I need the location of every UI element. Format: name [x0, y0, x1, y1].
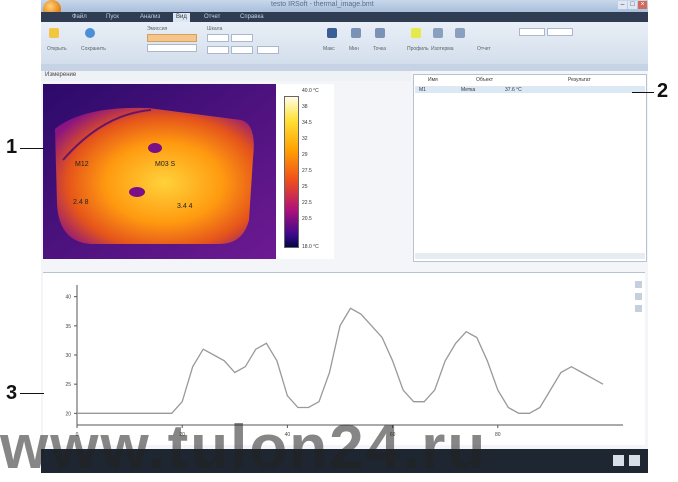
thermal-toolbar: Измерение: [41, 71, 411, 81]
ribbon-label-emission: Эмиссия: [147, 26, 168, 32]
tab-view[interactable]: Вид: [173, 13, 190, 22]
title-bar: testo IRSoft - thermal_image.bmt – □ ×: [41, 0, 648, 12]
ribbon-label-save: Сохранить: [81, 46, 106, 52]
callout-1: 1: [6, 136, 18, 158]
table-cell-object: Метка: [461, 87, 476, 93]
thermal-hole-1: [148, 143, 162, 153]
x-tick-label: 80: [495, 432, 501, 438]
table-cell-name: M1: [419, 87, 426, 93]
isotherm-icon[interactable]: [433, 28, 443, 38]
report-icon[interactable]: [455, 28, 465, 38]
tab-analysis[interactable]: Анализ: [137, 13, 163, 22]
scale-tick: 25: [302, 184, 308, 190]
scale-input[interactable]: [147, 44, 197, 52]
thermal-image-svg: M12 M03 S 2.4 8 3.4 4: [43, 84, 276, 259]
window-title: testo IRSoft - thermal_image.bmt: [271, 1, 374, 8]
ribbon-label-min: Мин: [349, 46, 359, 52]
y-ticks: 4035302520: [65, 295, 77, 417]
ribbon-label-open: Открыть: [47, 46, 67, 52]
graph-zoom-in-button[interactable]: [635, 281, 642, 288]
scale-tick: 20.5: [302, 216, 312, 222]
table-header-result[interactable]: Результат: [568, 77, 591, 83]
scale-tick: 38: [302, 104, 308, 110]
scale-max-input[interactable]: [231, 34, 253, 42]
table-row[interactable]: M1 Метка 37.6 °C: [415, 86, 645, 93]
app-window: testo IRSoft - thermal_image.bmt – □ × Ф…: [41, 0, 648, 473]
tab-help[interactable]: Справка: [237, 13, 267, 22]
y-tick-label: 30: [65, 353, 71, 359]
ribbon-label-max: Макс: [323, 46, 335, 52]
thermal-image[interactable]: M12 M03 S 2.4 8 3.4 4: [43, 84, 276, 259]
range-step-input[interactable]: [257, 46, 279, 54]
graph-reset-button[interactable]: [635, 305, 642, 312]
marker-label-2: M03 S: [155, 161, 176, 168]
maximize-button[interactable]: □: [628, 1, 637, 9]
scale-tick: 22.5: [302, 200, 312, 206]
marker-label-3: 2.4 8: [73, 199, 89, 206]
taskbar-window-icon-2[interactable]: [629, 455, 640, 466]
tab-file[interactable]: Файл: [69, 13, 90, 22]
scale-tick: 27.5: [302, 168, 312, 174]
tab-report[interactable]: Отчет: [201, 13, 223, 22]
open-icon[interactable]: [49, 28, 59, 38]
marker-label-4: 3.4 4: [177, 203, 193, 210]
y-tick-label: 25: [65, 382, 71, 388]
ribbon-status-strip: [41, 64, 648, 71]
ribbon-label-profile: Профиль: [407, 46, 429, 52]
y-tick-label: 35: [65, 324, 71, 330]
scale-tick: 34.5: [302, 120, 312, 126]
ribbon: Открыть Сохранить Эмиссия Шкала Макс Мин…: [41, 22, 648, 65]
measurement-table: Имя Объект Результат M1 Метка 37.6 °C: [413, 74, 647, 262]
thermal-toolbar-label: Измерение: [45, 72, 77, 78]
watermark: www.tulon24.ru: [0, 413, 488, 482]
tab-home[interactable]: Пуск: [103, 13, 122, 22]
point-icon[interactable]: [375, 28, 385, 38]
callout-2: 2: [657, 80, 669, 102]
scale-min-input[interactable]: [207, 34, 229, 42]
temperature-profile-line: [77, 307, 604, 414]
save-icon[interactable]: [85, 28, 95, 38]
ribbon-label-isotherm: Изотерма: [431, 46, 454, 52]
close-button[interactable]: ×: [638, 1, 647, 9]
y-tick-label: 40: [65, 295, 71, 301]
ribbon-tabs: Файл Пуск Анализ Вид Отчет Справка: [41, 12, 648, 22]
ribbon-label-point: Точка: [373, 46, 387, 52]
ribbon-label-scale: Шкала: [207, 26, 223, 32]
ribbon-option-input-1[interactable]: [519, 28, 545, 36]
thermal-hole-2: [129, 187, 145, 197]
ribbon-label-report: Отчет: [477, 46, 491, 52]
table-header-name[interactable]: Имя: [428, 77, 438, 83]
range-max-input[interactable]: [231, 46, 253, 54]
minimize-button[interactable]: –: [618, 1, 627, 9]
graph-zoom-out-button[interactable]: [635, 293, 642, 300]
table-header-object[interactable]: Объект: [476, 77, 493, 83]
marker-label-1: M12: [75, 161, 89, 168]
scale-tick: 18.0 °C: [302, 244, 319, 250]
ribbon-option-input-2[interactable]: [547, 28, 573, 36]
table-scrollbar[interactable]: [415, 253, 645, 259]
max-point-icon[interactable]: [327, 28, 337, 38]
callout-3: 3: [6, 382, 18, 404]
emission-input[interactable]: [147, 34, 197, 42]
callout-3-line: [20, 393, 44, 394]
color-scale-bar[interactable]: [284, 96, 299, 248]
callout-2-line: [632, 92, 654, 93]
scale-tick: 40.0 °C: [302, 88, 319, 94]
thermal-object-surface: [55, 107, 254, 244]
min-point-icon[interactable]: [351, 28, 361, 38]
table-cell-result: 37.6 °C: [505, 87, 522, 93]
scale-tick: 32: [302, 136, 308, 142]
scale-tick: 29: [302, 152, 308, 158]
color-scale-panel: 40.0 °C 38 34.5 32 29 27.5 25 22.5 20.5 …: [276, 84, 334, 259]
taskbar-window-icon-1[interactable]: [613, 455, 624, 466]
range-min-input[interactable]: [207, 46, 229, 54]
callout-1-line: [20, 148, 44, 149]
profile-icon[interactable]: [411, 28, 421, 38]
